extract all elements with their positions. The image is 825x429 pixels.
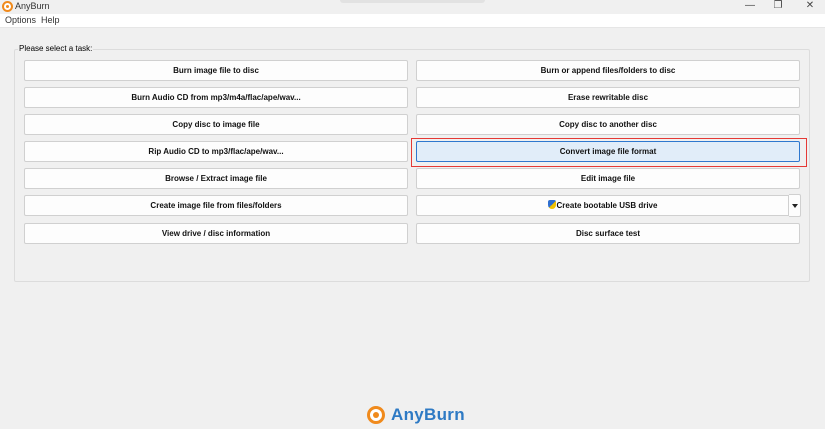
convert-image-format-button[interactable]: Convert image file format (416, 141, 800, 162)
burn-image-button[interactable]: Burn image file to disc (24, 60, 408, 81)
uac-shield-icon (547, 200, 556, 209)
erase-rewritable-button[interactable]: Erase rewritable disc (416, 87, 800, 108)
burn-append-files-button[interactable]: Burn or append files/folders to disc (416, 60, 800, 81)
task-group-label: Please select a task: (18, 44, 94, 53)
brand-logo: AnyBurn (367, 404, 465, 426)
create-image-from-files-button[interactable]: Create image file from files/folders (24, 195, 408, 216)
close-button[interactable]: ✕ (795, 0, 825, 13)
copy-disc-to-disc-button[interactable]: Copy disc to another disc (416, 114, 800, 135)
create-bootable-usb-label: Create bootable USB drive (556, 201, 658, 210)
minimize-button[interactable]: — (735, 0, 765, 13)
burn-audio-cd-button[interactable]: Burn Audio CD from mp3/m4a/flac/ape/wav.… (24, 87, 408, 108)
menu-help[interactable]: Help (41, 15, 60, 25)
window-title: AnyBurn (15, 1, 50, 11)
menu-bar: Options Help (0, 14, 825, 28)
disc-logo-icon (367, 406, 385, 424)
restore-button[interactable]: ❐ (763, 0, 793, 13)
disc-surface-test-button[interactable]: Disc surface test (416, 223, 800, 244)
edit-image-button[interactable]: Edit image file (416, 168, 800, 189)
create-bootable-usb-button[interactable]: Create bootable USB drive (416, 195, 789, 216)
task-group-box (14, 49, 810, 282)
app-disc-icon (2, 1, 13, 12)
view-drive-info-button[interactable]: View drive / disc information (24, 223, 408, 244)
browse-extract-image-button[interactable]: Browse / Extract image file (24, 168, 408, 189)
bootable-usb-dropdown-arrow[interactable] (789, 194, 801, 217)
snap-layout-handle[interactable] (340, 0, 485, 3)
copy-disc-to-image-button[interactable]: Copy disc to image file (24, 114, 408, 135)
rip-audio-cd-button[interactable]: Rip Audio CD to mp3/flac/ape/wav... (24, 141, 408, 162)
title-bar: AnyBurn — ❐ ✕ (0, 0, 825, 14)
brand-name: AnyBurn (391, 405, 465, 424)
menu-options[interactable]: Options (5, 15, 36, 25)
